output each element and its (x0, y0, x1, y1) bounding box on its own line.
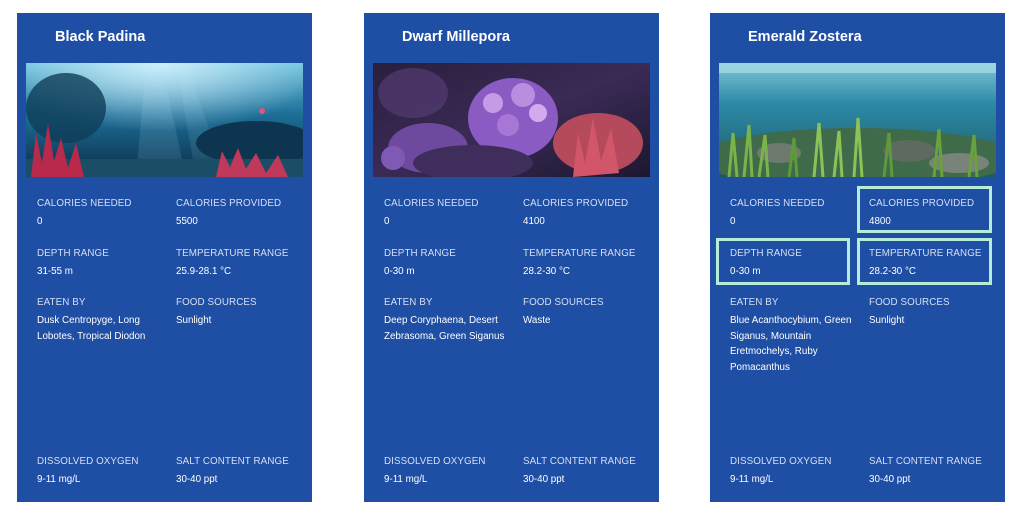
calories-provided-field: CALORIES PROVIDED 5500 (176, 198, 296, 230)
card-title: Dwarf Millepora (402, 29, 510, 45)
reef-image (26, 63, 303, 177)
eaten-by-value: Blue Acanthocybium, Green Siganus, Mount… (730, 315, 852, 373)
food-sources-field: FOOD SOURCES Sunlight (176, 297, 296, 329)
salt-content-range-field: SALT CONTENT RANGE 30-40 ppt (869, 456, 989, 488)
field-label: DEPTH RANGE (37, 248, 109, 259)
field-label: CALORIES PROVIDED (523, 198, 629, 209)
field-label: DISSOLVED OXYGEN (384, 456, 486, 467)
calories-needed-value: 0 (730, 216, 736, 227)
field-label: FOOD SOURCES (869, 297, 950, 308)
calories-provided-value: 4100 (523, 216, 545, 227)
seagrass-image (719, 63, 996, 177)
calories-needed-value: 0 (384, 216, 390, 227)
field-label: CALORIES NEEDED (37, 198, 132, 209)
salt-content-range-value: 30-40 ppt (523, 474, 565, 485)
calories-provided-value: 5500 (176, 216, 198, 227)
depth-range-value: 31-55 m (37, 266, 73, 277)
field-label: DEPTH RANGE (384, 248, 456, 259)
field-label: DISSOLVED OXYGEN (37, 456, 139, 467)
species-card-black-padina[interactable]: Black Padina CALORIES NEEDED 0 CALORIES … (17, 13, 312, 502)
field-label: DISSOLVED OXYGEN (730, 456, 832, 467)
dissolved-oxygen-field: DISSOLVED OXYGEN 9-11 mg/L (384, 456, 504, 488)
eaten-by-value: Deep Coryphaena, Desert Zebrasoma, Green… (384, 315, 505, 342)
highlight-depth-range (716, 238, 850, 285)
temperature-range-field: TEMPERATURE RANGE 25.9-28.1 °C (176, 248, 296, 280)
temperature-range-value: 25.9-28.1 °C (176, 266, 232, 277)
calories-provided-field: CALORIES PROVIDED 4100 (523, 198, 643, 230)
salt-content-range-field: SALT CONTENT RANGE 30-40 ppt (176, 456, 296, 488)
species-card-emerald-zostera[interactable]: Emerald Zostera CALORIES NEEDED 0 CALORI… (710, 13, 1005, 502)
temperature-range-field: TEMPERATURE RANGE 28.2-30 °C (523, 248, 643, 280)
highlight-calories-provided (857, 186, 992, 233)
highlight-temperature-range (857, 238, 992, 285)
card-title: Emerald Zostera (748, 29, 862, 45)
field-label: TEMPERATURE RANGE (176, 248, 289, 259)
field-label: EATEN BY (384, 297, 433, 308)
field-label: SALT CONTENT RANGE (523, 456, 636, 467)
food-sources-value: Waste (523, 315, 551, 326)
food-sources-field: FOOD SOURCES Waste (523, 297, 643, 329)
salt-content-range-value: 30-40 ppt (869, 474, 911, 485)
field-label: CALORIES PROVIDED (176, 198, 282, 209)
dissolved-oxygen-value: 9-11 mg/L (37, 474, 81, 485)
depth-range-field: DEPTH RANGE 0-30 m (384, 248, 504, 280)
food-sources-field: FOOD SOURCES Sunlight (869, 297, 989, 329)
calories-needed-value: 0 (37, 216, 43, 227)
food-sources-value: Sunlight (176, 315, 212, 326)
dissolved-oxygen-field: DISSOLVED OXYGEN 9-11 mg/L (730, 456, 850, 488)
species-card-dwarf-millepora[interactable]: Dwarf Millepora CALORIES NEEDED 0 CALORI… (364, 13, 659, 502)
salt-content-range-field: SALT CONTENT RANGE 30-40 ppt (523, 456, 643, 488)
eaten-by-value: Dusk Centropyge, Long Lobotes, Tropical … (37, 315, 146, 342)
field-label: EATEN BY (730, 297, 779, 308)
calories-needed-field: CALORIES NEEDED 0 (37, 198, 157, 230)
depth-range-field: DEPTH RANGE 31-55 m (37, 248, 157, 280)
field-label: CALORIES NEEDED (730, 198, 825, 209)
temperature-range-value: 28.2-30 °C (523, 266, 570, 277)
coral-image (373, 63, 650, 177)
card-title: Black Padina (55, 29, 146, 45)
dissolved-oxygen-value: 9-11 mg/L (730, 474, 774, 485)
field-label: SALT CONTENT RANGE (869, 456, 982, 467)
field-label: FOOD SOURCES (523, 297, 604, 308)
field-label: EATEN BY (37, 297, 86, 308)
eaten-by-field: EATEN BY Blue Acanthocybium, Green Sigan… (730, 297, 855, 375)
field-label: FOOD SOURCES (176, 297, 257, 308)
depth-range-value: 0-30 m (384, 266, 415, 277)
eaten-by-field: EATEN BY Deep Coryphaena, Desert Zebraso… (384, 297, 509, 344)
field-label: TEMPERATURE RANGE (523, 248, 636, 259)
calories-needed-field: CALORIES NEEDED 0 (384, 198, 504, 230)
field-label: CALORIES NEEDED (384, 198, 479, 209)
salt-content-range-value: 30-40 ppt (176, 474, 218, 485)
calories-needed-field: CALORIES NEEDED 0 (730, 198, 850, 230)
dissolved-oxygen-field: DISSOLVED OXYGEN 9-11 mg/L (37, 456, 157, 488)
food-sources-value: Sunlight (869, 315, 905, 326)
dissolved-oxygen-value: 9-11 mg/L (384, 474, 428, 485)
field-label: SALT CONTENT RANGE (176, 456, 289, 467)
eaten-by-field: EATEN BY Dusk Centropyge, Long Lobotes, … (37, 297, 162, 344)
